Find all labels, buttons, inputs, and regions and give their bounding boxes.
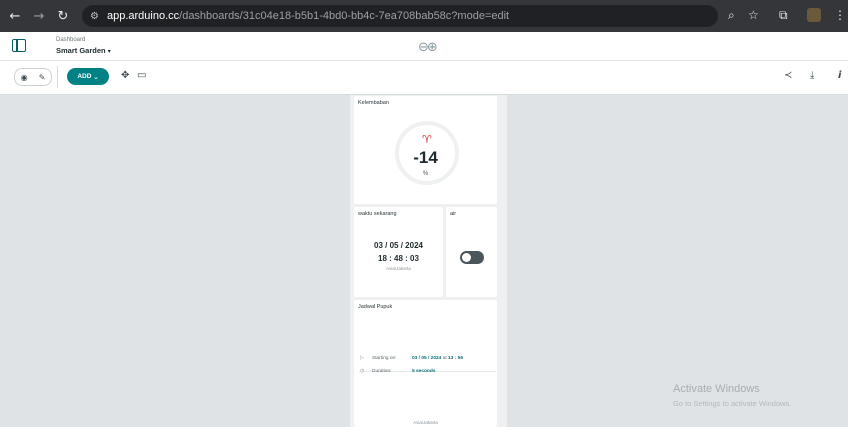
schedule-duration-row: ◷ Duration: 5 seconds (360, 368, 435, 374)
start-date: 03 / 05 / 2024 (412, 355, 442, 361)
widget-title: Jadwal Pupuk (358, 304, 393, 310)
gauge-value: -14 (413, 148, 438, 167)
site-settings-icon[interactable]: ⚙ (90, 11, 99, 22)
activation-watermark-subtitle: Go to Settings to activate Windows. (673, 399, 792, 408)
switch-widget[interactable]: air (446, 207, 497, 297)
breadcrumb-label: Dashboard (56, 37, 86, 43)
profile-avatar[interactable] (807, 8, 821, 22)
current-time: 18 : 48 : 03 (378, 254, 419, 263)
duration-label: Duration: (372, 368, 392, 374)
sidebar-toggle-icon[interactable] (12, 39, 26, 52)
clock-widget[interactable]: waktu sekarang 03 / 05 / 2024 18 : 48 : … (354, 207, 443, 297)
zoom-icon[interactable]: ⌕ (728, 8, 735, 23)
clock-icon: ◷ (360, 368, 365, 374)
air-toggle-switch[interactable] (460, 251, 484, 264)
widget-title: air (450, 211, 457, 217)
back-icon[interactable]: ← (6, 9, 24, 24)
dashboard-name: Smart Garden (56, 46, 106, 55)
play-icon: ▷ (360, 355, 364, 361)
toolbar-divider (57, 66, 58, 88)
switch-knob (462, 253, 471, 262)
start-at: at (442, 355, 447, 361)
canvas-area-right (507, 95, 848, 427)
download-icon[interactable]: ⤓ (810, 70, 814, 81)
timezone-label: Asia/Jakarta (386, 266, 411, 271)
widget-title: Kelembaban (358, 100, 389, 106)
edit-icon[interactable]: ✎ (39, 73, 46, 82)
eye-icon[interactable]: ◉ (21, 73, 28, 82)
chevron-down-icon: ▾ (107, 48, 111, 55)
start-label: Starting on: (372, 355, 397, 361)
canvas-area-left (0, 95, 350, 427)
browser-toolbar: ← → ↻ ⚙ app.arduino.cc/dashboards/31c04e… (0, 0, 848, 32)
arduino-logo-icon: ⊖⊕ (418, 40, 438, 55)
monitor-icon[interactable]: ▭ (137, 70, 146, 81)
dashboard-name-dropdown[interactable]: Smart Garden ▾ (56, 46, 111, 55)
address-bar[interactable]: ⚙ app.arduino.cc/dashboards/31c04e18-b5b… (82, 5, 718, 27)
url-text: app.arduino.cc/dashboards/31c04e18-b5b1-… (106, 10, 510, 22)
share-icon[interactable]: ≺ (784, 70, 792, 81)
start-time: 13 : 56 (448, 355, 463, 361)
chevron-down-icon: ⌄ (93, 72, 99, 81)
plant-icon: ♈ (422, 133, 432, 146)
gauge-widget[interactable]: Kelembaban ♈ -14 % (354, 96, 497, 204)
gauge-unit: % (422, 171, 429, 177)
activation-watermark-title: Activate Windows (673, 383, 760, 395)
forward-icon[interactable]: → (30, 9, 48, 24)
move-icon[interactable]: ✥ (121, 70, 129, 81)
mode-toggle[interactable]: ◉ ✎ (14, 68, 52, 86)
current-date: 03 / 05 / 2024 (374, 241, 423, 250)
add-widget-button[interactable]: ADD ⌄ (67, 68, 109, 85)
duration-value: 5 seconds (412, 368, 436, 374)
schedule-widget[interactable]: Jadwal Pupuk ▷ Starting on: 03 / 05 / 20… (354, 300, 497, 427)
extensions-icon[interactable]: ⧉ (779, 8, 788, 23)
widget-title: waktu sekarang (358, 211, 397, 217)
bookmark-star-icon[interactable]: ☆ (748, 8, 759, 22)
add-label: ADD (77, 73, 92, 80)
menu-kebab-icon[interactable]: ⋮ (834, 8, 846, 22)
schedule-timezone: Asia/Jakarta (413, 420, 438, 425)
info-icon[interactable]: i (838, 70, 841, 81)
schedule-start-row: ▷ Starting on: 03 / 05 / 2024 at 13 : 56 (360, 355, 463, 361)
reload-icon[interactable]: ↻ (54, 9, 72, 24)
